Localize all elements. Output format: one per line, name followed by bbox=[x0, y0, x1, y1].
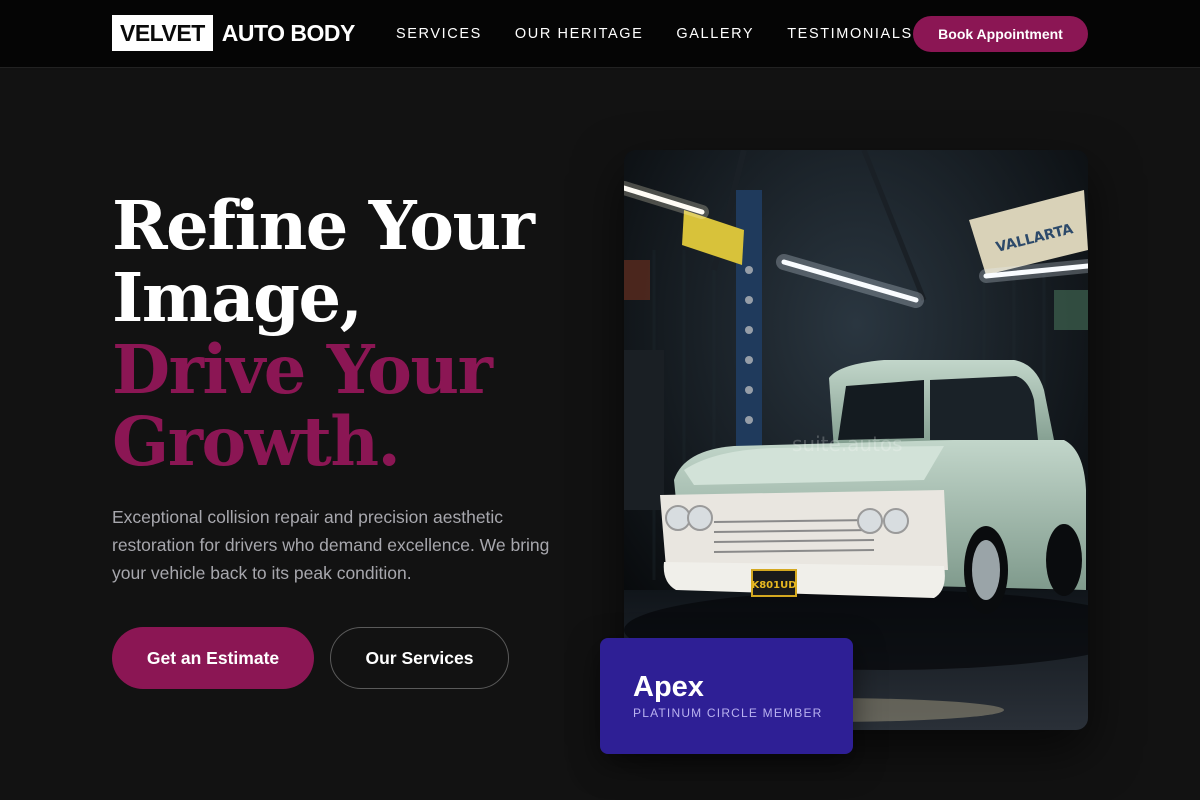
logo-text: AUTO BODY bbox=[221, 19, 356, 46]
nav-link-services[interactable]: SERVICES bbox=[396, 24, 482, 44]
main-nav: SERVICES OUR HERITAGE GALLERY TESTIMONIA… bbox=[396, 24, 946, 44]
nav-link-gallery[interactable]: GALLERY bbox=[676, 24, 754, 44]
hero-subtext: Exceptional collision repair and precisi… bbox=[112, 507, 550, 583]
site-header: VELVET AUTO BODY SERVICES OUR HERITAGE G… bbox=[0, 0, 1200, 68]
get-estimate-button[interactable]: Get an Estimate bbox=[112, 627, 314, 689]
hero-headline: Refine Your Image, Drive Your Growth. bbox=[112, 186, 535, 481]
headline-line-2: Image, bbox=[112, 258, 363, 337]
badge-subtitle: PLATINUM CIRCLE MEMBER bbox=[633, 706, 823, 720]
logo-box: VELVET bbox=[112, 15, 213, 51]
badge-title: Apex bbox=[633, 671, 704, 703]
book-appointment-button[interactable]: Book Appointment bbox=[913, 16, 1088, 52]
nav-link-our-heritage[interactable]: OUR HERITAGE bbox=[515, 24, 644, 44]
membership-badge: Apex PLATINUM CIRCLE MEMBER bbox=[600, 638, 853, 754]
headline-line-1: Refine Your bbox=[112, 186, 535, 265]
logo[interactable]: VELVET AUTO BODY bbox=[112, 15, 355, 51]
nav-link-testimonials[interactable]: TESTIMONIALS bbox=[787, 24, 913, 44]
photo-watermark: suite.autos bbox=[792, 432, 903, 456]
our-services-button[interactable]: Our Services bbox=[330, 627, 509, 689]
headline-line-3: Drive Your bbox=[112, 330, 493, 409]
headline-line-4: Growth. bbox=[112, 402, 401, 481]
license-plate: K801UD bbox=[751, 580, 796, 591]
